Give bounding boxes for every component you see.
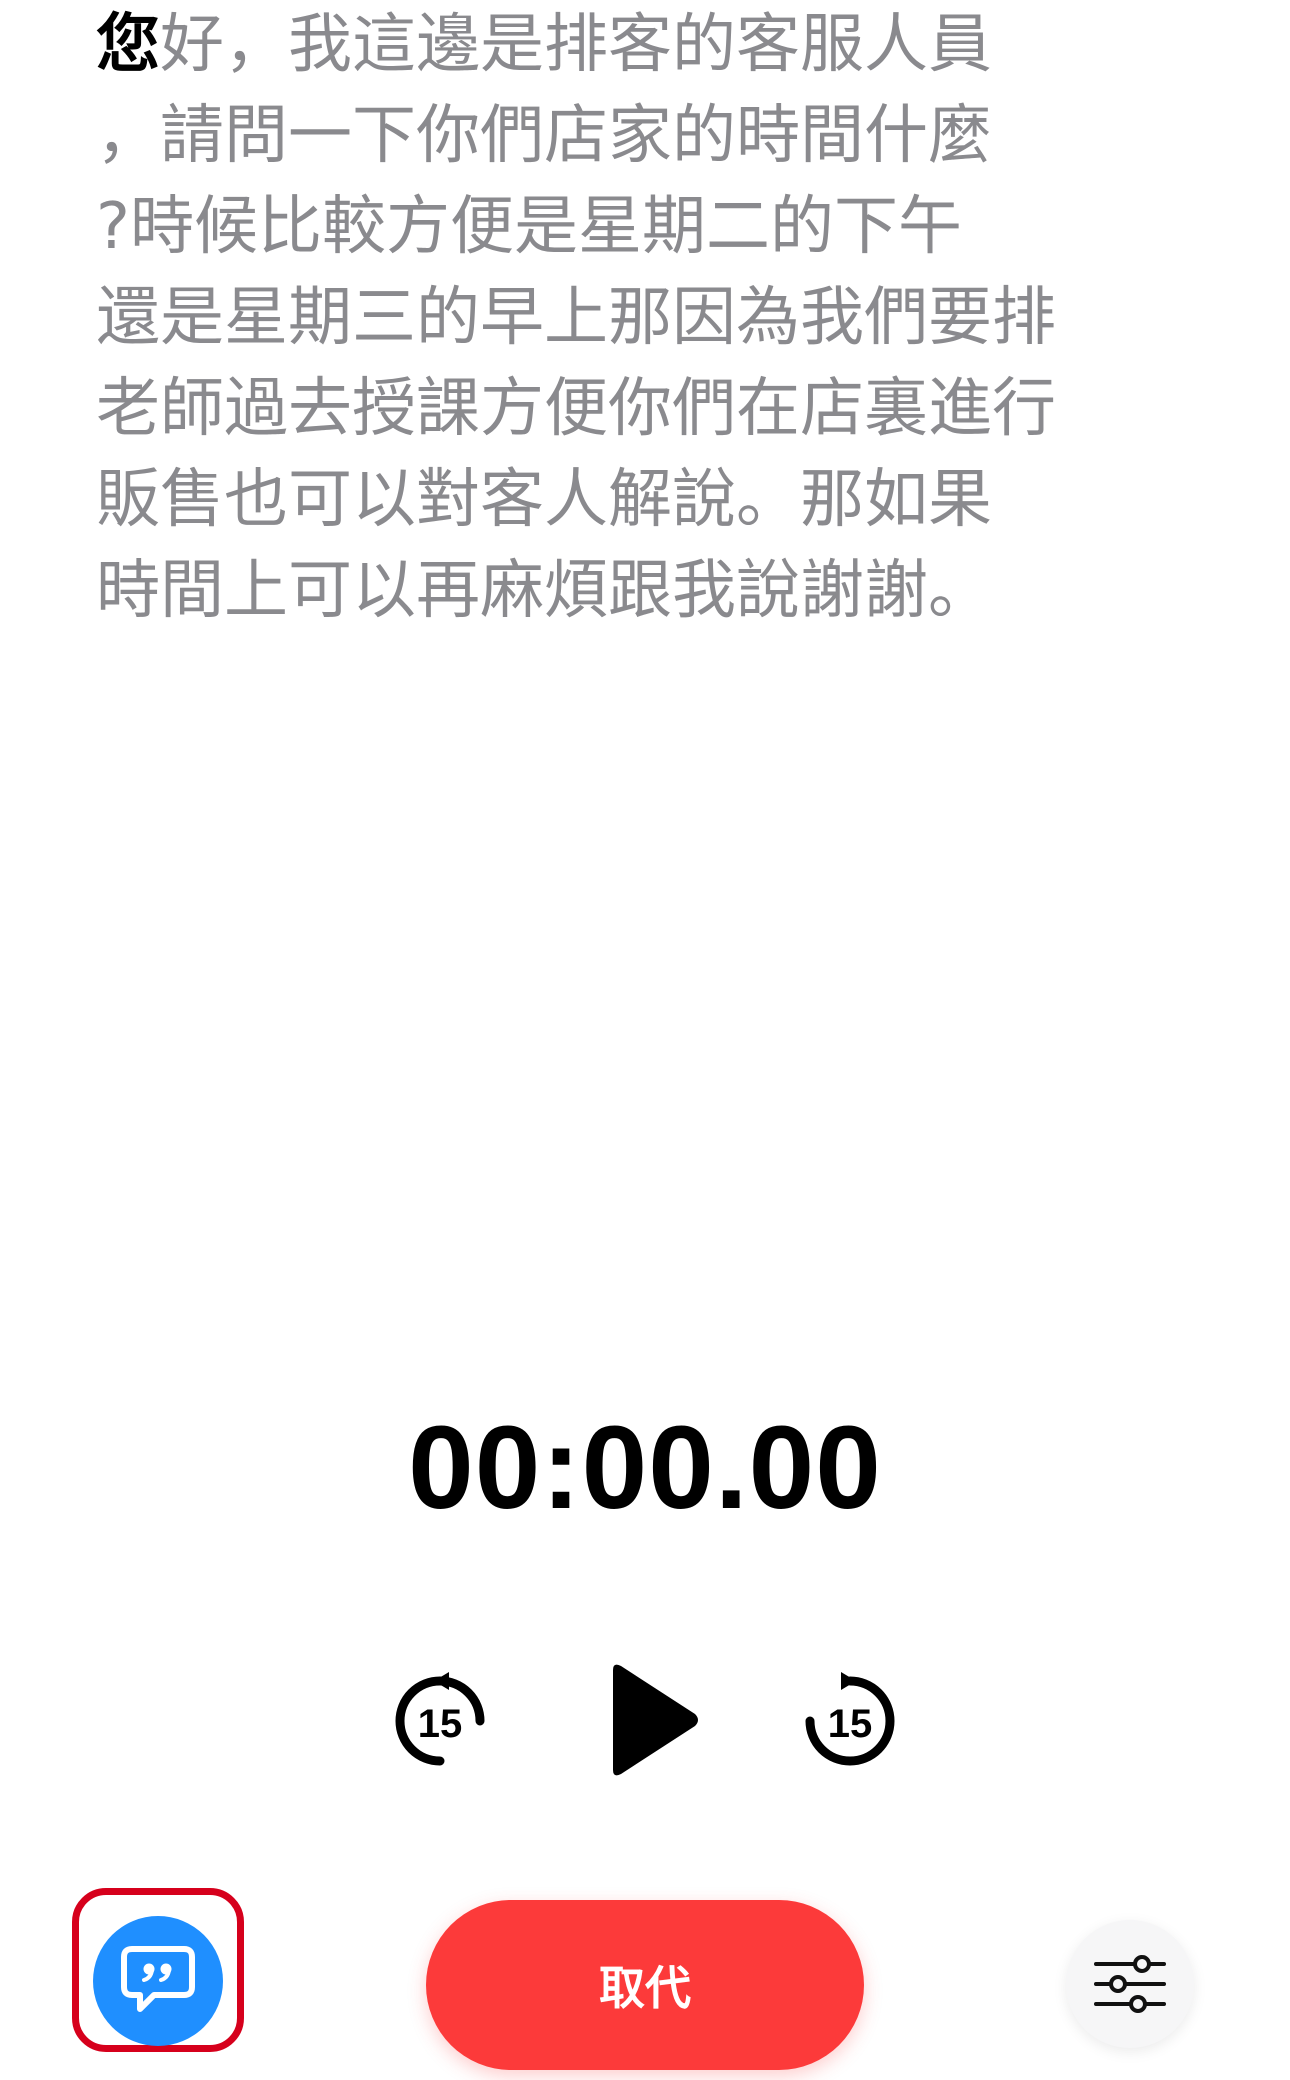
skip-back-seconds: 15 <box>418 1702 463 1746</box>
settings-button[interactable] <box>1066 1920 1194 2048</box>
transcript-line: 販售也可以對客人解說。那如果 <box>96 463 992 537</box>
skip-forward-15-icon: 15 <box>805 1672 895 1766</box>
transcript-quote-bubble-icon <box>121 1946 195 2012</box>
transcript-line: 老師過去授課方便你們在店裏進行 <box>96 372 1056 446</box>
play-button[interactable] <box>590 1660 710 1780</box>
transcript-line: 時間上可以再麻煩跟我說謝謝。 <box>96 554 992 628</box>
skip-forward-button[interactable]: 15 <box>790 1660 910 1780</box>
sliders-icon <box>1094 1955 1166 2013</box>
bottom-toolbar: 取代 <box>0 1880 1290 2080</box>
replace-button[interactable]: 取代 <box>426 1900 864 2070</box>
play-icon <box>613 1664 698 1776</box>
transcript-line: 您好，我這邊是排客的客服人員 <box>96 8 992 82</box>
playback-time: 00:00.00 <box>408 1402 882 1534</box>
transcript-toggle-button[interactable] <box>93 1916 223 2046</box>
skip-back-button[interactable]: 15 <box>380 1660 500 1780</box>
transcript-line: 還是星期三的早上那因為我們要排 <box>96 281 1056 355</box>
skip-back-15-icon: 15 <box>395 1672 485 1766</box>
skip-forward-seconds: 15 <box>828 1702 873 1746</box>
playback-controls: 15 15 <box>0 1660 1290 1780</box>
transcript-line: ?時候比較方便是星期二的下午 <box>96 190 962 264</box>
current-word-highlight: 您 <box>96 8 160 82</box>
transcript-line: ，請問一下你們店家的時間什麼 <box>96 99 992 173</box>
transcript-text: 您好，我這邊是排客的客服人員 ，請問一下你們店家的時間什麼 ?時候比較方便是星期… <box>96 0 1136 637</box>
